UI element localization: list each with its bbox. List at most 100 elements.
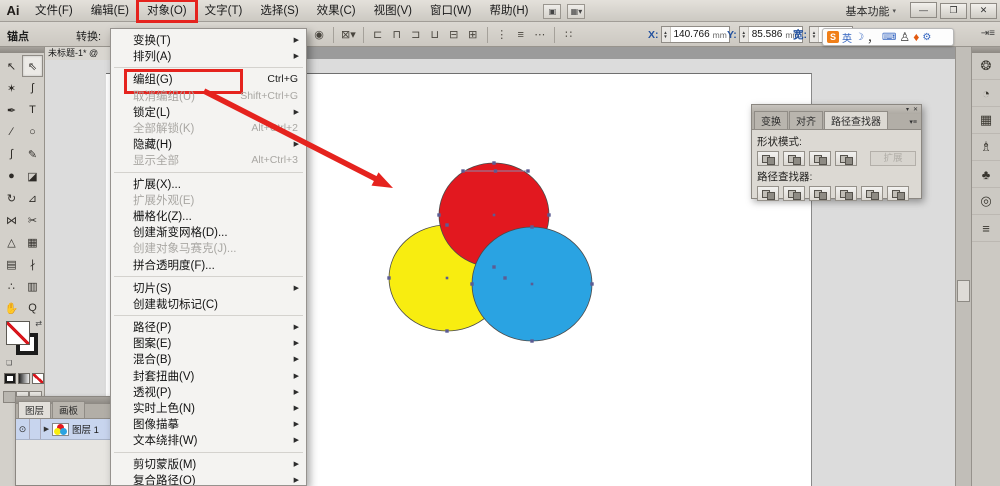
default-colors-icon[interactable]: ❏ [6, 359, 12, 367]
menubar-item-选择S[interactable]: 选择(S) [251, 1, 307, 21]
zoom-tool[interactable]: Q [22, 297, 43, 319]
menu-item-文本绕排W[interactable]: 文本绕排(W) ▶ [111, 432, 306, 448]
width-tool[interactable]: ⋈ [1, 209, 22, 231]
tab-路径查找器[interactable]: 路径查找器 [824, 111, 888, 129]
close-button[interactable]: ✕ [970, 2, 997, 19]
fill-stroke-control[interactable]: ⇄ ❏ [4, 319, 42, 367]
blob-brush-tool[interactable]: ● [1, 165, 22, 187]
menu-item-剪切蒙版M[interactable]: 剪切蒙版(M) ▶ [111, 456, 306, 472]
style-icon[interactable]: ◉ [312, 28, 326, 41]
ime-toolbar[interactable]: S 英 ☽， ⌨ ♙ ♦ ⚙ [822, 28, 954, 46]
pen-tool[interactable]: ✒ [1, 99, 22, 121]
color-button[interactable] [4, 373, 16, 384]
pencil-tool[interactable]: ✎ [22, 143, 43, 165]
scale-tool[interactable]: ⊿ [22, 187, 43, 209]
unite-button[interactable] [757, 151, 779, 166]
crop-button[interactable] [835, 186, 857, 201]
y-stepper[interactable]: ▲ ▼ [739, 27, 749, 42]
layer-row[interactable]: ⊙ ▶ 图层 1 [16, 419, 110, 440]
magic-wand-tool[interactable]: ✶ [1, 77, 22, 99]
menu-item-排列A[interactable]: 排列(A) ▶ [111, 48, 306, 64]
x-input[interactable]: ▲ ▼ 140.766 mm [660, 26, 730, 43]
selection-tool[interactable]: ↖ [1, 55, 22, 77]
w-stepper[interactable]: ▲ ▼ [810, 27, 819, 42]
menu-item-透视P[interactable]: 透视(P) ▶ [111, 384, 306, 400]
menu-item-编组G[interactable]: 编组(G) Ctrl+G [111, 69, 306, 95]
grid-icon[interactable]: ∷ [562, 28, 576, 41]
swatches-icon[interactable]: ▦ [972, 107, 1000, 134]
swap-fill-stroke-icon[interactable]: ⇄ [35, 319, 42, 328]
scissors-tool[interactable]: ✂ [22, 209, 43, 231]
document-tab[interactable]: 未标题-1* @ [45, 47, 111, 60]
distribute-center-icon[interactable]: ≡ [514, 29, 528, 41]
transparency-icon[interactable]: ◎ [972, 188, 1000, 215]
arrange-documents-icon[interactable]: ▦▾ [567, 3, 586, 19]
minus-back-button[interactable] [887, 186, 909, 201]
mesh-tool[interactable]: ▦ [22, 231, 43, 253]
lang-english-icon[interactable]: 英 [842, 30, 852, 45]
tab-画板[interactable]: 画板 [52, 401, 86, 418]
wrench-icon[interactable]: ⚙ [922, 32, 931, 43]
align-middle-icon[interactable]: ⊟ [447, 28, 461, 41]
restore-button[interactable]: ❐ [940, 2, 967, 19]
menu-item-创建裁切标记C[interactable]: 创建裁切标记(C) [111, 296, 306, 312]
menu-item-混合B[interactable]: 混合(B) ▶ [111, 351, 306, 367]
person-icon[interactable]: ♙ [899, 30, 910, 44]
distribute-horizontal-icon[interactable]: ⋮ [495, 28, 509, 41]
panel-collapse-icon[interactable]: ▾ [906, 107, 909, 113]
minimize-button[interactable]: — [910, 2, 937, 19]
keyboard-icon[interactable]: ⌨ [882, 32, 896, 43]
perspective-grid-tool[interactable]: △ [1, 231, 22, 253]
menu-item-栅格化Z[interactable]: 栅格化(Z)... [111, 208, 306, 224]
menubar-item-帮助H[interactable]: 帮助(H) [481, 1, 538, 21]
graph-tool[interactable]: ▥ [22, 275, 43, 297]
gradient-tool[interactable]: ▤ [1, 253, 22, 275]
menu-item-扩展X[interactable]: 扩展(X)... [111, 176, 306, 192]
menu-item-锁定L[interactable]: 锁定(L) ▶ [111, 104, 306, 120]
fill-swatch[interactable] [6, 321, 30, 345]
tab-变换[interactable]: 变换 [754, 111, 788, 129]
vertical-scrollbar[interactable] [955, 47, 971, 486]
skin-icon[interactable]: ♦ [913, 30, 919, 44]
x-stepper[interactable]: ▲ ▼ [661, 27, 671, 42]
eyedropper-tool[interactable]: ∤ [22, 253, 43, 275]
visibility-eye-icon[interactable]: ⊙ [16, 419, 30, 439]
intersect-button[interactable] [809, 151, 831, 166]
paintbrush-tool[interactable]: ∫ [1, 143, 22, 165]
menubar-item-视图V[interactable]: 视图(V) [365, 1, 421, 21]
align-right-icon[interactable]: ⊐ [409, 28, 423, 41]
menubar-item-编辑E[interactable]: 编辑(E) [82, 1, 138, 21]
gradient-button[interactable] [18, 373, 30, 384]
direct-selection-tool[interactable]: ⇖ [22, 55, 43, 77]
lock-column[interactable] [30, 419, 41, 439]
expand-triangle-icon[interactable]: ▶ [41, 425, 52, 433]
outline-button[interactable] [861, 186, 883, 201]
toolbox-grip[interactable] [0, 47, 44, 53]
menubar-item-文字T[interactable]: 文字(T) [196, 1, 252, 21]
menu-item-路径P[interactable]: 路径(P) ▶ [111, 319, 306, 335]
align-left-icon[interactable]: ⊏ [371, 28, 385, 41]
moon-icon[interactable]: ☽ [855, 32, 864, 43]
tab-图层[interactable]: 图层 [18, 401, 52, 418]
ellipse-tool[interactable]: ○ [22, 121, 43, 143]
menu-item-切片S[interactable]: 切片(S) ▶ [111, 280, 306, 296]
eraser-tool[interactable]: ◪ [22, 165, 43, 187]
rotate-tool[interactable]: ↻ [1, 187, 22, 209]
menu-item-封套扭曲V[interactable]: 封套扭曲(V) ▶ [111, 368, 306, 384]
color-panel-icon[interactable]: ❂ [972, 53, 1000, 80]
color-guide-icon[interactable]: ◔ [972, 80, 1000, 107]
tab-对齐[interactable]: 对齐 [789, 111, 823, 129]
menubar-item-效果C[interactable]: 效果(C) [308, 1, 365, 21]
type-tool[interactable]: T [22, 99, 43, 121]
trim-button[interactable] [783, 186, 805, 201]
graphic-styles-icon[interactable]: ♣ [972, 161, 1000, 188]
blend-tool[interactable]: ∴ [1, 275, 22, 297]
menu-item-创建渐变网格D[interactable]: 创建渐变网格(D)... [111, 224, 306, 240]
minus-front-button[interactable] [783, 151, 805, 166]
punctuation-icon[interactable]: ， [867, 29, 879, 46]
scrollbar-thumb[interactable] [957, 280, 970, 302]
menu-item-图案E[interactable]: 图案(E) ▶ [111, 335, 306, 351]
collapse-panel-icon[interactable]: ⇥≡ [981, 28, 995, 39]
panel-menu-icon[interactable]: ▾≡ [909, 118, 921, 129]
merge-button[interactable] [809, 186, 831, 201]
